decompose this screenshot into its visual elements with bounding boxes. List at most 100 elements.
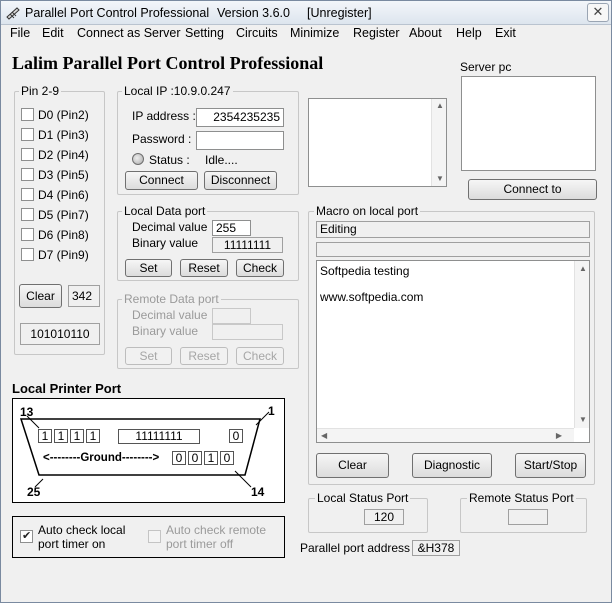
connect-to-button[interactable]: Connect to — [468, 179, 597, 200]
macro-horizontal-scrollbar[interactable]: ◀ ▶ — [317, 428, 574, 442]
local-status-label: Local Status Port — [315, 491, 411, 505]
local-decimal-label: Decimal value — [132, 220, 208, 234]
pin-d7-label: D7 (Pin9) — [38, 248, 89, 262]
macro-editor[interactable]: Softpedia testing www.softpedia.com ▲ ▼ … — [316, 260, 590, 443]
pin-13-label: 13 — [20, 405, 34, 419]
auto-check-remote-label-line2: port timer off — [166, 537, 234, 551]
pin-d5-label: D5 (Pin7) — [38, 208, 89, 222]
pin-d0-checkbox[interactable] — [21, 108, 34, 121]
connection-log-scrollbar[interactable]: ▲ ▼ — [431, 99, 446, 186]
pin-d5-checkbox[interactable] — [21, 208, 34, 221]
menu-about[interactable]: About — [409, 26, 442, 40]
status-value: Idle.... — [205, 153, 238, 167]
scroll-up-icon[interactable]: ▲ — [579, 265, 587, 273]
macro-start-stop-button[interactable]: Start/Stop — [515, 453, 586, 478]
pin-d0-label: D0 (Pin2) — [38, 108, 89, 122]
app-heading: Lalim Parallel Port Control Professional — [12, 53, 324, 73]
pin-25-label: 25 — [27, 485, 41, 499]
macro-progress-bar — [316, 242, 590, 257]
status-label: Status : — [149, 153, 190, 167]
macro-diagnostic-button[interactable]: Diagnostic — [412, 453, 492, 478]
server-pc-label: Server pc — [460, 60, 512, 74]
status-bit-box: 0 — [188, 451, 202, 465]
port-address-label: Parallel port address : — [300, 541, 417, 555]
printer-port-diagram: 13 1 25 14 1 1 1 1 11111111 0 <--------G… — [12, 398, 285, 503]
pin-d7-checkbox[interactable] — [21, 248, 34, 261]
local-set-button[interactable]: Set — [125, 259, 172, 277]
macro-line: Softpedia testing — [320, 264, 410, 278]
ip-address-input[interactable]: 2354235235 — [196, 108, 284, 127]
local-status-value: 120 — [364, 509, 404, 525]
auto-check-local-checkbox[interactable] — [20, 529, 33, 543]
scroll-up-icon[interactable]: ▲ — [436, 102, 444, 110]
macro-clear-button[interactable]: Clear — [316, 453, 389, 478]
ground-label: <--------Ground--------> — [43, 452, 160, 464]
menu-register[interactable]: Register — [353, 26, 400, 40]
local-data-port-label: Local Data port — [122, 204, 208, 218]
connection-log-list[interactable]: ▲ ▼ — [308, 98, 447, 187]
data-bit-box: 1 — [54, 429, 68, 443]
remote-set-button: Set — [125, 347, 172, 365]
local-reset-button[interactable]: Reset — [180, 259, 228, 277]
status-bit-box: 0 — [172, 451, 186, 465]
app-title: Parallel Port Control Professional — [25, 6, 210, 20]
pin-1-label: 1 — [268, 404, 275, 418]
pin-d3-checkbox[interactable] — [21, 168, 34, 181]
password-label: Password : — [132, 132, 192, 146]
port-address-value: &H378 — [412, 540, 460, 556]
password-input[interactable] — [196, 131, 284, 150]
menu-setting[interactable]: Setting — [185, 26, 224, 40]
menu-bar: File Edit Connect as Server Setting Circ… — [1, 25, 611, 44]
remote-binary-value — [212, 324, 283, 340]
server-pc-list[interactable] — [461, 76, 596, 171]
pin-d1-checkbox[interactable] — [21, 128, 34, 141]
remote-binary-label: Binary value — [132, 324, 199, 338]
pins-clear-button[interactable]: Clear — [19, 284, 62, 308]
auto-check-local-label-line1: Auto check local — [38, 523, 126, 537]
data-bit-box: 1 — [70, 429, 84, 443]
local-binary-label: Binary value — [132, 236, 199, 250]
menu-exit[interactable]: Exit — [495, 26, 516, 40]
close-button[interactable]: ✕ — [587, 3, 609, 22]
menu-file[interactable]: File — [10, 26, 30, 40]
auto-check-remote-checkbox — [148, 530, 161, 543]
remote-decimal-label: Decimal value — [132, 308, 208, 322]
disconnect-button[interactable]: Disconnect — [204, 171, 277, 190]
scroll-down-icon[interactable]: ▼ — [436, 175, 444, 183]
menu-connect-as-server[interactable]: Connect as Server — [77, 26, 181, 40]
control-bit-box: 0 — [229, 429, 243, 443]
title-bar[interactable]: Parallel Port Control Professional Versi… — [1, 1, 611, 25]
pins-binary-value: 101010110 — [20, 323, 100, 345]
pin-14-label: 14 — [251, 485, 265, 499]
connect-button[interactable]: Connect — [125, 171, 198, 190]
db25-connector-outline — [19, 411, 270, 488]
scroll-left-icon[interactable]: ◀ — [321, 432, 327, 440]
menu-help[interactable]: Help — [456, 26, 482, 40]
scroll-right-icon[interactable]: ▶ — [556, 432, 562, 440]
macro-line: www.softpedia.com — [320, 290, 424, 304]
auto-check-remote-label-line1: Auto check remote — [166, 523, 267, 537]
local-ip-group-label: Local IP :10.9.0.247 — [122, 84, 233, 98]
status-bit-box: 0 — [220, 451, 234, 465]
local-check-button[interactable]: Check — [236, 259, 284, 277]
menu-edit[interactable]: Edit — [42, 26, 64, 40]
remote-status-value — [508, 509, 548, 525]
parallel-port-icon — [6, 7, 20, 20]
pin-d4-checkbox[interactable] — [21, 188, 34, 201]
remote-check-button: Check — [236, 347, 284, 365]
local-decimal-input[interactable]: 255 — [212, 220, 251, 236]
menu-circuits[interactable]: Circuits — [236, 26, 278, 40]
connection-status-indicator — [132, 153, 144, 165]
macro-vertical-scrollbar[interactable]: ▲ ▼ — [574, 261, 589, 428]
printer-data-value: 11111111 — [118, 429, 200, 444]
data-bit-box: 1 — [38, 429, 52, 443]
pin-d2-checkbox[interactable] — [21, 148, 34, 161]
data-bit-box: 1 — [86, 429, 100, 443]
status-bit-box: 1 — [204, 451, 218, 465]
scroll-down-icon[interactable]: ▼ — [579, 416, 587, 424]
menu-minimize[interactable]: Minimize — [290, 26, 339, 40]
pin-d1-label: D1 (Pin3) — [38, 128, 89, 142]
pin-d6-checkbox[interactable] — [21, 228, 34, 241]
main-window: Parallel Port Control Professional Versi… — [0, 0, 612, 603]
close-icon: ✕ — [592, 4, 604, 19]
